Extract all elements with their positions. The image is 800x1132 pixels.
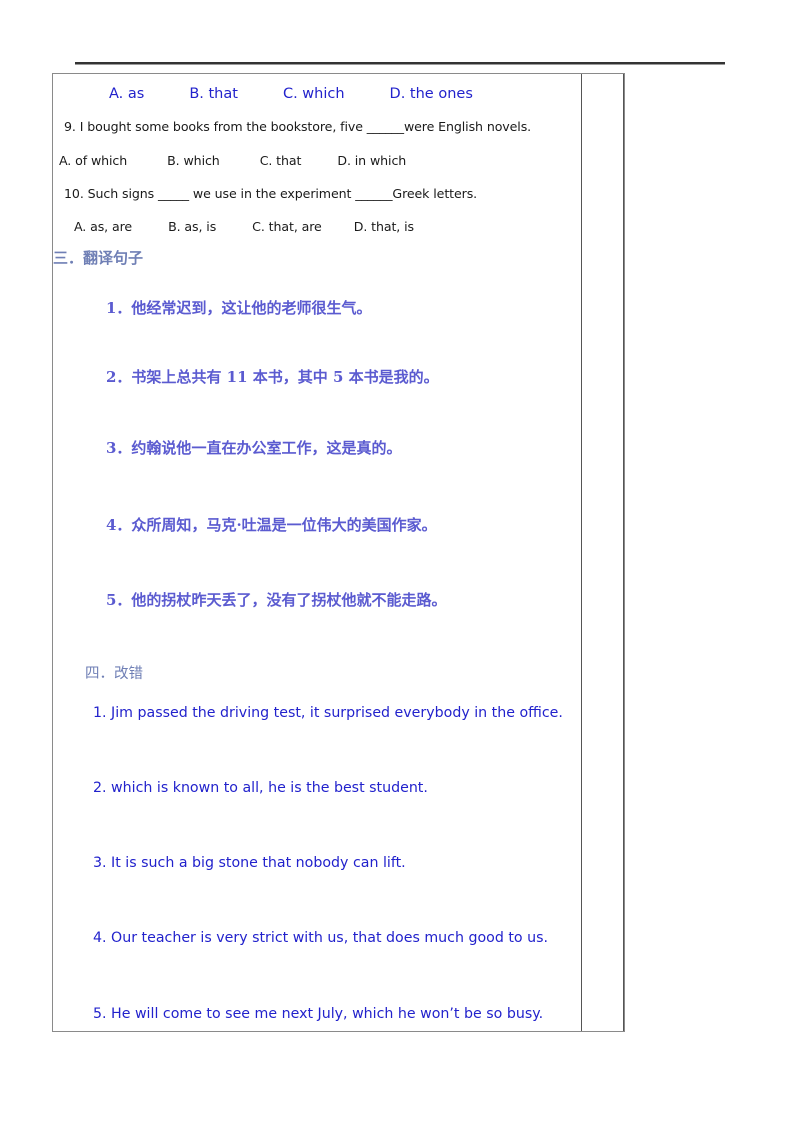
correction-item-2: 2. which is known to all, he is the best… (93, 780, 428, 796)
question-10-stem: 10. Such signs _____ we use in the exper… (64, 186, 478, 201)
question8-option-b[interactable]: B. that (189, 86, 238, 102)
header-horizontal-rule (75, 62, 725, 65)
translation-item-2: 2．书架上总共有 11 本书，其中 5 本书是我的。 (106, 368, 439, 386)
question10-option-c[interactable]: C. that, are (252, 219, 322, 234)
translation-item-3: 3．约翰说他一直在办公室工作，这是真的。 (106, 439, 402, 457)
worksheet-notes-column (582, 74, 624, 1031)
question9-option-a[interactable]: A. of which (59, 153, 127, 168)
question9-option-b[interactable]: B. which (167, 153, 220, 168)
section-three-heading: 三．翻译句子 (53, 249, 144, 267)
question8-option-c[interactable]: C. which (283, 86, 345, 102)
translation-item-4: 4．众所周知，马克·吐温是一位伟大的美国作家。 (106, 516, 437, 534)
correction-item-3: 3. It is such a big stone that nobody ca… (93, 855, 406, 871)
correction-item-4: 4. Our teacher is very strict with us, t… (93, 930, 548, 946)
translation-item-1: 1．他经常迟到，这让他的老师很生气。 (106, 299, 372, 317)
correction-item-5: 5. He will come to see me next July, whi… (93, 1006, 544, 1022)
section-four-heading: 四．改错 (85, 666, 143, 682)
worksheet-table: A. as B. that C. which D. the ones 9. I bou… (52, 73, 625, 1032)
worksheet-main-column: A. as B. that C. which D. the ones 9. I bou… (53, 74, 582, 1031)
question10-option-b[interactable]: B. as, is (168, 219, 216, 234)
question9-option-d[interactable]: D. in which (337, 153, 406, 168)
question-9-options-row: A. of which B. which C. that D. in which (59, 153, 406, 168)
question-9-stem: 9. I bought some books from the bookstor… (64, 119, 532, 134)
question9-option-c[interactable]: C. that (260, 153, 302, 168)
question10-option-a[interactable]: A. as, are (74, 219, 132, 234)
correction-item-1: 1. Jim passed the driving test, it surpr… (93, 705, 563, 721)
question10-option-d[interactable]: D. that, is (354, 219, 414, 234)
question8-options-row: A. as B. that C. which D. the ones (53, 86, 581, 102)
question8-option-a[interactable]: A. as (109, 86, 144, 102)
question8-option-d[interactable]: D. the ones (390, 86, 473, 102)
translation-item-5: 5．他的拐杖昨天丢了，没有了拐杖他就不能走路。 (106, 591, 447, 609)
question-10-options-row: A. as, are B. as, is C. that, are D. that, … (74, 219, 414, 234)
